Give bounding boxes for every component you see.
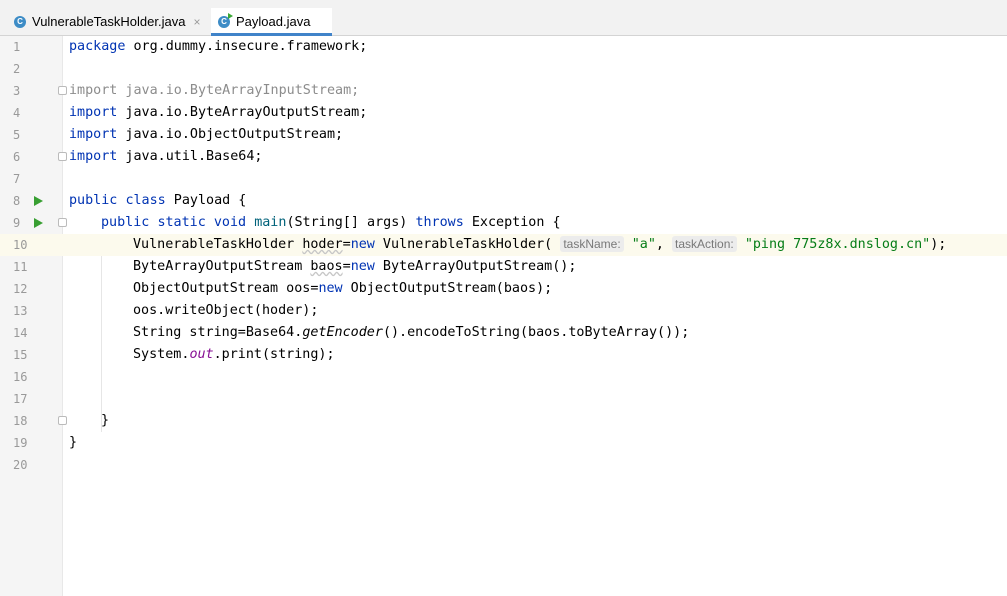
class-icon: C (14, 15, 26, 28)
code-text: ByteArrayOutputStream baos=new ByteArray… (133, 259, 577, 274)
line-number: 13 (13, 304, 28, 318)
code-line-8: 8 public class Payload { (0, 190, 1007, 212)
line-number: 3 (13, 84, 21, 98)
code-line-17: 17 (0, 388, 1007, 410)
fold-icon[interactable] (58, 86, 67, 95)
code-line-3: 3 import java.io.ByteArrayInputStream; (0, 80, 1007, 102)
code-line-19: 19 } (0, 432, 1007, 454)
code-line-18: 18 } (0, 410, 1007, 432)
fold-icon[interactable] (58, 416, 67, 425)
code-line-9: 9 public static void main(String[] args)… (0, 212, 1007, 234)
code-line-13: 13 oos.writeObject(hoder); (0, 300, 1007, 322)
code-line-1: 1 package org.dummy.insecure.framework; (0, 36, 1007, 58)
code-text: } (101, 413, 110, 428)
code-line-14: 14 String string=Base64.getEncoder().enc… (0, 322, 1007, 344)
code-line-6: 6 import java.util.Base64; (0, 146, 1007, 168)
line-number: 2 (13, 62, 21, 76)
line-number: 15 (13, 348, 28, 362)
code-line-16: 16 (0, 366, 1007, 388)
editor-tab-bar: C VulnerableTaskHolder.java × C Payload.… (0, 0, 1007, 36)
code-line-15: 15 System.out.print(string); (0, 344, 1007, 366)
code-text: String string=Base64.getEncoder().encode… (133, 325, 690, 340)
code-line-10: 10 VulnerableTaskHolder hoder=new Vulner… (0, 234, 1007, 256)
code-line-7: 7 (0, 168, 1007, 190)
code-text: ObjectOutputStream oos=new ObjectOutputS… (133, 281, 553, 296)
line-number: 14 (13, 326, 28, 340)
code-text: import java.util.Base64; (69, 149, 263, 164)
code-text: import java.io.ByteArrayOutputStream; (69, 105, 368, 120)
code-text: import java.io.ByteArrayInputStream; (69, 83, 360, 98)
code-line-4: 4 import java.io.ByteArrayOutputStream; (0, 102, 1007, 124)
code-editor[interactable]: 1 package org.dummy.insecure.framework; … (0, 36, 1007, 596)
line-number: 6 (13, 150, 21, 164)
fold-icon[interactable] (58, 152, 67, 161)
close-icon[interactable]: × (193, 15, 200, 29)
runnable-class-icon: C (218, 12, 233, 28)
line-number: 12 (13, 282, 28, 296)
parameter-hint: taskName: (560, 236, 624, 252)
code-text: oos.writeObject(hoder); (133, 303, 319, 318)
line-number: 1 (13, 40, 21, 54)
code-text: import java.io.ObjectOutputStream; (69, 127, 344, 142)
fold-icon[interactable] (58, 218, 67, 227)
line-number: 7 (13, 172, 21, 186)
code-line-12: 12 ObjectOutputStream oos=new ObjectOutp… (0, 278, 1007, 300)
run-icon[interactable] (34, 218, 43, 228)
code-line-2: 2 (0, 58, 1007, 80)
code-line-5: 5 import java.io.ObjectOutputStream; (0, 124, 1007, 146)
tab-vulnerabletaskholder-java[interactable]: C VulnerableTaskHolder.java × (6, 8, 212, 35)
tab-payload-java[interactable]: C Payload.java (211, 8, 332, 36)
code-text: System.out.print(string); (133, 347, 335, 362)
line-number: 4 (13, 106, 21, 120)
code-text: VulnerableTaskHolder hoder=new Vulnerabl… (133, 236, 947, 252)
tab-label: Payload.java (236, 14, 311, 29)
line-number: 18 (13, 414, 28, 428)
line-number: 19 (13, 436, 28, 450)
line-number: 17 (13, 392, 28, 406)
code-line-11: 11 ByteArrayOutputStream baos=new ByteAr… (0, 256, 1007, 278)
code-text: package org.dummy.insecure.framework; (69, 39, 368, 54)
line-number: 11 (13, 260, 28, 274)
line-number: 16 (13, 370, 28, 384)
tab-label: VulnerableTaskHolder.java (32, 14, 186, 29)
code-line-20: 20 (0, 454, 1007, 476)
code-text: public class Payload { (69, 193, 247, 208)
parameter-hint: taskAction: (672, 236, 737, 252)
code-text: } (69, 435, 78, 450)
line-number: 20 (13, 458, 28, 472)
line-number: 10 (13, 238, 28, 252)
run-icon[interactable] (34, 196, 43, 206)
code-text: public static void main(String[] args) t… (101, 215, 561, 230)
line-number: 5 (13, 128, 21, 142)
